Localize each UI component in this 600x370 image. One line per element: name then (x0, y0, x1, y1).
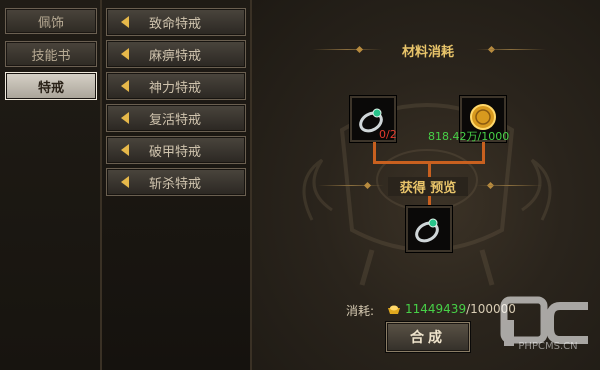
category-tab-label: 佩饰 (37, 15, 64, 31)
material-gold-count: 818.42万/1000 (428, 130, 510, 143)
result-slot-ring[interactable] (406, 206, 452, 252)
materials-title: 材料消耗 (401, 45, 454, 60)
category-column: 佩饰 技能书 特戒 (0, 0, 102, 370)
list-item-label: 麻痹特戒 (149, 48, 202, 64)
title-divider-right (476, 49, 546, 50)
arrow-left-icon (121, 144, 129, 156)
arrow-left-icon (121, 48, 129, 60)
category-tab-accessory[interactable]: 佩饰 (5, 8, 97, 34)
arrow-left-icon (121, 112, 129, 124)
title-divider-left (318, 185, 384, 186)
connector-line (373, 142, 376, 162)
list-item-armor-break-ring[interactable]: 破甲特戒 (106, 136, 246, 164)
list-item-label: 破甲特戒 (149, 144, 202, 160)
connector-line (482, 142, 485, 162)
list-item-revival-ring[interactable]: 复活特戒 (106, 104, 246, 132)
material-ring-count: 0/2 (379, 128, 397, 141)
list-item-label: 致命特戒 (149, 16, 202, 32)
compose-button[interactable]: 合成 (386, 322, 470, 352)
category-tab-label: 技能书 (31, 48, 71, 64)
category-tab-special-ring[interactable]: 特戒 (5, 72, 97, 100)
category-tab-label: 特戒 (37, 80, 64, 96)
arrow-left-icon (121, 16, 129, 28)
list-item-label: 神力特戒 (149, 80, 202, 96)
title-divider-right (476, 185, 542, 186)
list-item-label: 复活特戒 (149, 112, 202, 128)
list-item-paralysis-ring[interactable]: 麻痹特戒 (106, 40, 246, 68)
watermark-text: PHPCMS.CN (518, 341, 578, 352)
list-item-label: 斩杀特戒 (149, 176, 202, 192)
compose-button-label: 合成 (410, 330, 446, 346)
arrow-left-icon (121, 80, 129, 92)
gold-ingot-icon (388, 305, 400, 314)
cost-label: 消耗: (346, 304, 375, 318)
list-item-lethal-ring[interactable]: 致命特戒 (106, 8, 246, 36)
list-item-divine-power-ring[interactable]: 神力特戒 (106, 72, 246, 100)
item-list: 致命特戒 麻痹特戒 神力特戒 复活特戒 破甲特戒 斩杀特戒 (102, 0, 252, 370)
arrow-left-icon (121, 176, 129, 188)
game-window: 佩饰 技能书 特戒 致命特戒 麻痹特戒 神力特戒 复活特戒 破甲特戒 斩杀特戒 … (0, 0, 600, 370)
title-divider-left (312, 49, 382, 50)
category-tab-skill-book[interactable]: 技能书 (5, 41, 97, 67)
cost-current: 11449439 (405, 302, 467, 316)
preview-title: 获得 预览 (388, 177, 468, 196)
list-item-execute-ring[interactable]: 斩杀特戒 (106, 168, 246, 196)
jade-ring-icon (415, 218, 439, 243)
